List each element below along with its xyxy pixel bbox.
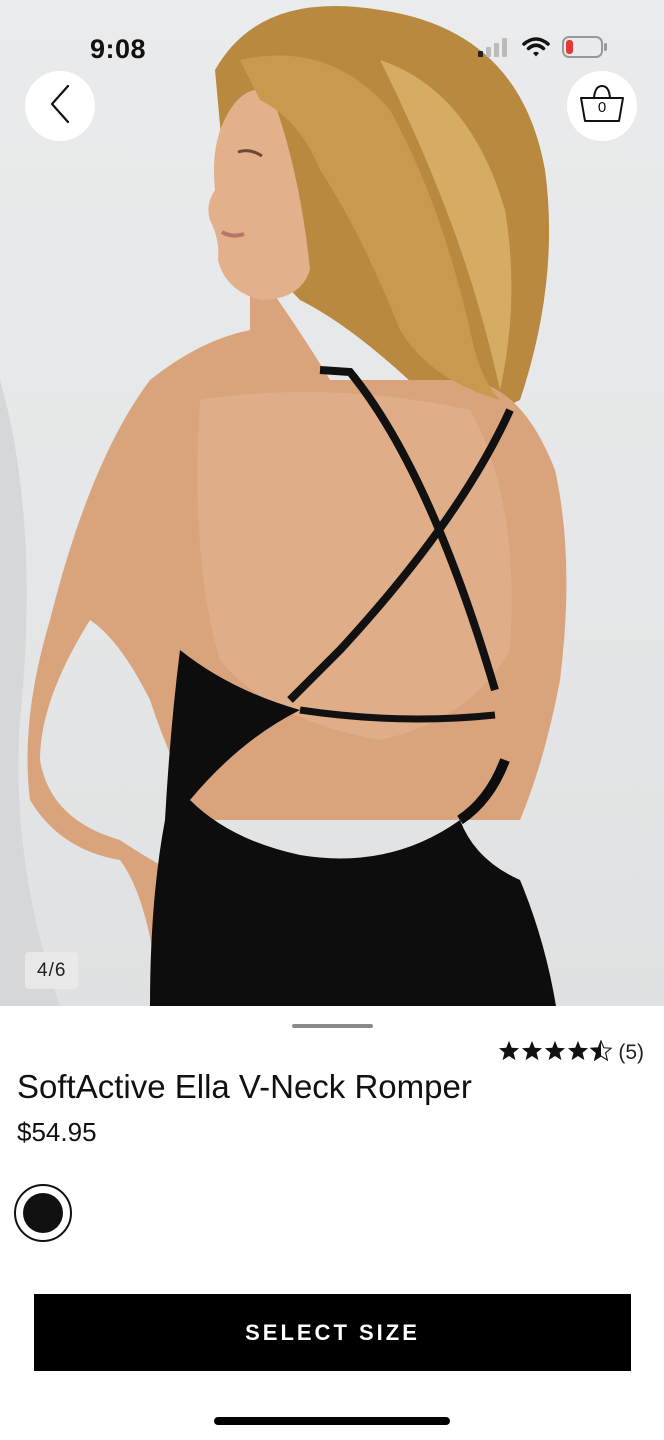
product-rating[interactable]: (5) (498, 1039, 644, 1066)
chevron-left-icon (48, 84, 72, 129)
star-icon (498, 1040, 520, 1066)
rating-count: (5) (618, 1041, 644, 1064)
sheet-handle[interactable] (292, 1024, 373, 1028)
back-button[interactable] (25, 71, 95, 141)
select-size-button[interactable]: SELECT SIZE (34, 1294, 631, 1371)
model-photo (0, 6, 567, 1006)
star-icon (544, 1040, 566, 1066)
star-half-icon (589, 1039, 613, 1066)
cart-button[interactable]: 0 (567, 71, 637, 141)
swatch-color (23, 1193, 63, 1233)
cart-count: 0 (597, 99, 607, 116)
status-icons (478, 36, 608, 63)
battery-low-icon (562, 36, 608, 63)
star-icon (521, 1040, 543, 1066)
status-time: 9:08 (90, 34, 147, 64)
image-pager: 4/6 (25, 952, 79, 989)
color-swatch-black[interactable] (14, 1184, 72, 1242)
star-icon (567, 1040, 589, 1066)
cellular-signal-icon (478, 37, 510, 62)
product-title: SoftActive Ella V-Neck Romper (17, 1068, 472, 1105)
wifi-icon (522, 36, 550, 63)
product-image[interactable]: 9:08 0 4/6 (0, 0, 664, 1006)
home-indicator (214, 1417, 450, 1425)
rating-stars (498, 1039, 613, 1066)
product-price: $54.95 (17, 1117, 97, 1147)
